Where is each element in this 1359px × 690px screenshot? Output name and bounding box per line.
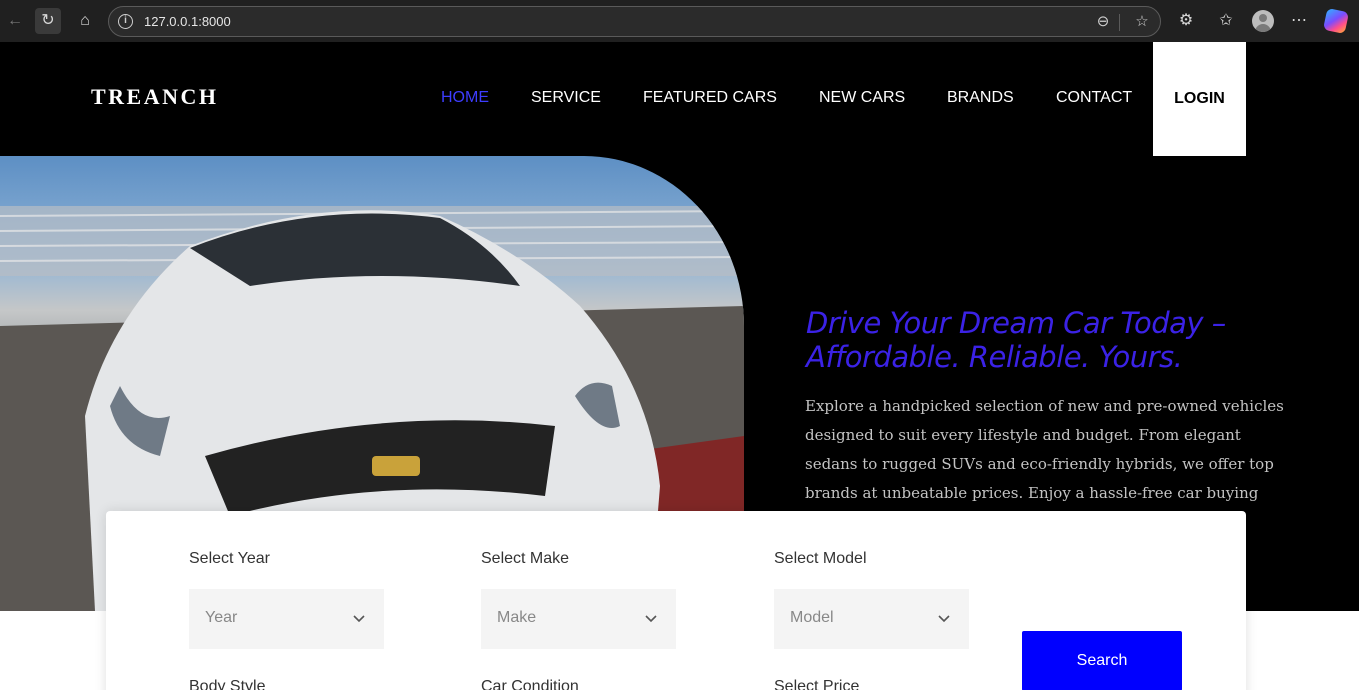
make-select[interactable]: Make	[481, 589, 676, 649]
search-button[interactable]: Search	[1022, 631, 1182, 690]
nav-new-cars[interactable]: NEW CARS	[819, 89, 905, 107]
body-style-label: Body Style	[189, 678, 266, 690]
search-card: Select Year Year Select Make Make Select…	[106, 511, 1246, 690]
more-menu-icon[interactable]: ⋯	[1286, 8, 1312, 34]
site-logo[interactable]: TREANCH	[91, 84, 219, 110]
reader-icon[interactable]: ⊖	[1091, 10, 1115, 34]
chevron-down-icon	[645, 615, 657, 623]
hero-title: Drive Your Dream Car Today – Affordable.…	[806, 306, 1226, 374]
favorite-star-icon[interactable]: ☆	[1130, 10, 1154, 34]
nav-contact[interactable]: CONTACT	[1056, 89, 1132, 107]
copilot-icon[interactable]	[1322, 7, 1350, 35]
home-icon[interactable]: ⌂	[72, 8, 98, 34]
price-label: Select Price	[774, 678, 860, 690]
make-label: Select Make	[481, 550, 570, 567]
make-select-value: Make	[497, 609, 537, 626]
nav-featured-cars[interactable]: FEATURED CARS	[643, 89, 777, 107]
login-button[interactable]: LOGIN	[1153, 42, 1246, 158]
year-select-value: Year	[205, 609, 238, 626]
url-text[interactable]: 127.0.0.1:8000	[144, 14, 231, 29]
favorites-icon[interactable]: ✩	[1213, 8, 1239, 34]
nav-brands[interactable]: BRANDS	[947, 89, 1014, 107]
navbar: TREANCH HOME SERVICE FEATURED CARS NEW C…	[0, 42, 1359, 158]
nav-home[interactable]: HOME	[441, 89, 489, 107]
back-arrow-icon[interactable]: ←	[2, 8, 28, 34]
chevron-down-icon	[938, 615, 950, 623]
address-separator	[1119, 14, 1120, 31]
car-condition-label: Car Condition	[481, 678, 579, 690]
model-label: Select Model	[774, 550, 867, 567]
year-select[interactable]: Year	[189, 589, 384, 649]
chevron-down-icon	[353, 615, 365, 623]
page: TREANCH HOME SERVICE FEATURED CARS NEW C…	[0, 42, 1359, 690]
profile-avatar[interactable]	[1252, 10, 1274, 32]
reload-icon[interactable]: ↻	[35, 8, 61, 34]
site-info-icon[interactable]: i	[118, 14, 133, 29]
model-select-value: Model	[790, 609, 834, 626]
nav-service[interactable]: SERVICE	[531, 89, 601, 107]
address-bar[interactable]: i 127.0.0.1:8000 ⊖ ☆	[108, 6, 1161, 37]
model-select[interactable]: Model	[774, 589, 969, 649]
extensions-icon[interactable]: ⚙	[1173, 8, 1199, 34]
browser-toolbar: ← ↻ ⌂ i 127.0.0.1:8000 ⊖ ☆ ⚙ ✩ ⋯	[0, 0, 1359, 42]
year-label: Select Year	[189, 550, 270, 567]
